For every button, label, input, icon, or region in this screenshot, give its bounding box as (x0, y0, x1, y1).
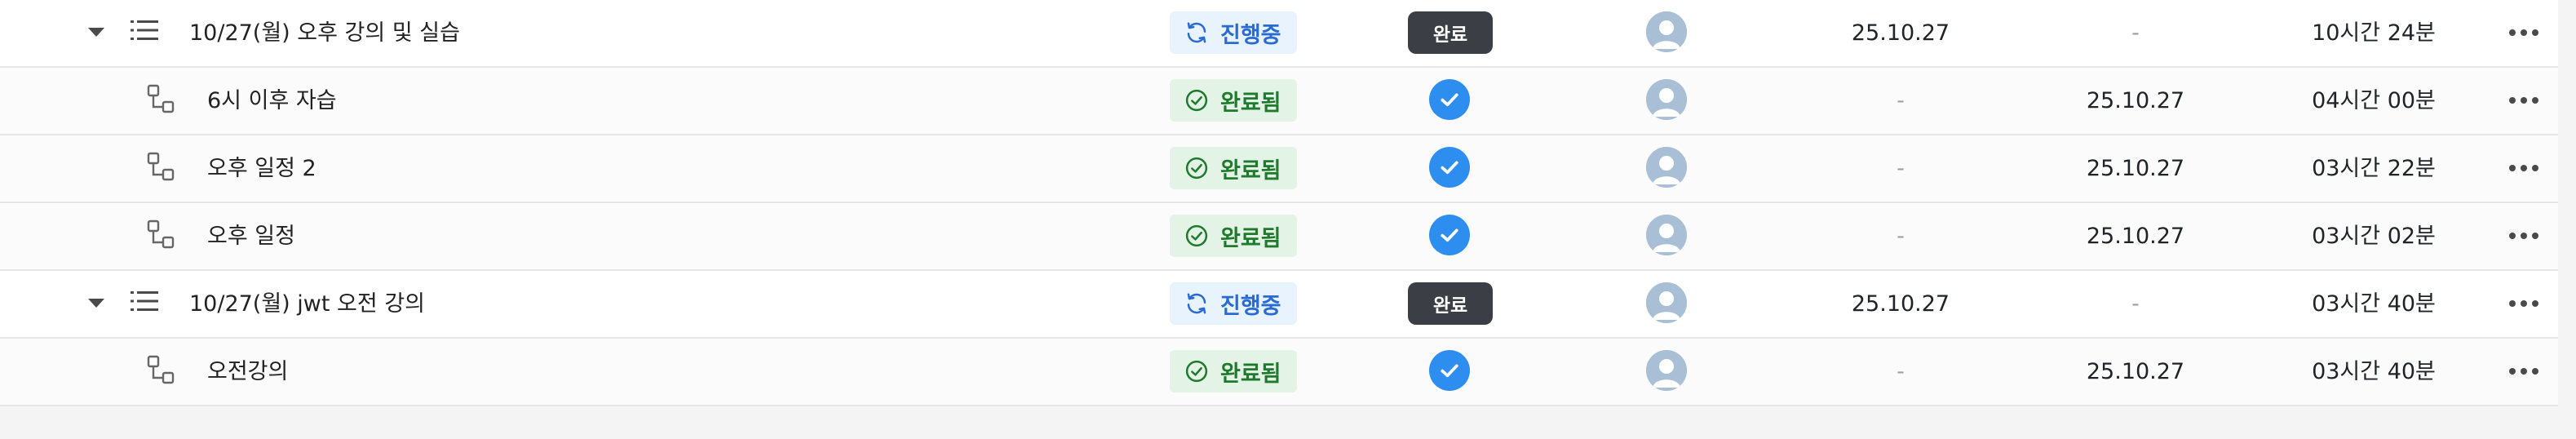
status-badge[interactable]: 진행중 (1170, 282, 1297, 325)
duration: 03시간 40분 (2312, 291, 2436, 317)
more-horizontal-icon[interactable] (2507, 360, 2540, 383)
task-title[interactable]: 10/27(월) jwt 오전 강의 (189, 271, 425, 337)
checkmark-icon (1437, 87, 1462, 112)
start-date: - (1897, 359, 1905, 384)
caret-down-icon[interactable] (88, 299, 104, 308)
end-date: - (2131, 291, 2140, 317)
check-circle-icon (1184, 224, 1220, 248)
list-icon (131, 18, 158, 42)
status-badge[interactable]: 완료됨 (1170, 79, 1297, 122)
task-title[interactable]: 오전강의 (207, 339, 288, 405)
more-horizontal-icon[interactable] (2507, 224, 2540, 247)
subtask-icon (147, 84, 175, 115)
task-title[interactable]: 오후 일정 2 (207, 135, 316, 202)
status-label: 완료됨 (1220, 361, 1281, 387)
table-row[interactable]: 6시 이후 자습 완료됨 - 25.10.27 04시간 00분 (0, 68, 2558, 135)
check-circle-icon (1184, 88, 1220, 113)
status-badge[interactable]: 완료됨 (1170, 147, 1297, 189)
user-avatar-icon[interactable] (1646, 79, 1687, 120)
refresh-icon (1184, 291, 1220, 316)
user-avatar-icon[interactable] (1646, 147, 1687, 188)
table-row[interactable]: 오후 일정 완료됨 - 25.10.27 03시간 02분 (0, 203, 2558, 271)
start-date: - (1897, 156, 1905, 181)
status-label: 완료됨 (1220, 157, 1281, 184)
more-horizontal-icon[interactable] (2507, 89, 2540, 112)
completed-checkbox[interactable] (1429, 350, 1470, 391)
task-title[interactable]: 오후 일정 (207, 203, 295, 269)
status-badge[interactable]: 완료됨 (1170, 215, 1297, 257)
list-icon (131, 289, 158, 313)
status-label: 완료됨 (1220, 225, 1281, 251)
task-title[interactable]: 10/27(월) 오후 강의 및 실습 (189, 0, 460, 66)
more-horizontal-icon[interactable] (2507, 292, 2540, 315)
end-date: 25.10.27 (2086, 224, 2185, 249)
start-date: 25.10.27 (1851, 291, 1950, 317)
table-row[interactable]: 오전강의 완료됨 - 25.10.27 03시간 40분 (0, 339, 2558, 406)
more-horizontal-icon[interactable] (2507, 157, 2540, 180)
start-date: 25.10.27 (1851, 20, 1950, 46)
start-date: - (1897, 224, 1905, 249)
end-date: - (2131, 20, 2140, 46)
end-date: 25.10.27 (2086, 359, 2185, 384)
subtask-icon (147, 152, 175, 183)
checkmark-icon (1437, 223, 1462, 247)
caret-down-icon[interactable] (88, 28, 104, 37)
user-avatar-icon[interactable] (1646, 215, 1687, 255)
table-row[interactable]: 오후 일정 2 완료됨 - 25.10.27 03시간 22분 (0, 135, 2558, 203)
user-avatar-icon[interactable] (1646, 350, 1687, 391)
checkmark-icon (1437, 358, 1462, 383)
user-avatar-icon[interactable] (1646, 282, 1687, 323)
end-date: 25.10.27 (2086, 156, 2185, 181)
user-avatar-icon[interactable] (1646, 11, 1687, 52)
more-horizontal-icon[interactable] (2507, 21, 2540, 44)
completed-checkbox[interactable] (1429, 147, 1470, 188)
completed-checkbox[interactable] (1429, 79, 1470, 120)
check-circle-icon (1184, 156, 1220, 180)
task-title[interactable]: 6시 이후 자습 (207, 68, 337, 134)
table-row[interactable]: 10/27(월) jwt 오전 강의 진행중 완료 25.10.27 - 03시간 40분 (0, 271, 2558, 339)
status-label: 진행중 (1220, 293, 1281, 319)
start-date: - (1897, 88, 1905, 113)
subtask-icon (147, 220, 175, 251)
duration: 03시간 02분 (2312, 224, 2436, 249)
table-row[interactable]: 10/27(월) 오후 강의 및 실습 진행중 완료 25.10.27 - 10시간 24… (0, 0, 2558, 68)
complete-button[interactable]: 완료 (1408, 11, 1493, 54)
status-badge[interactable]: 완료됨 (1170, 350, 1297, 392)
duration: 03시간 40분 (2312, 359, 2436, 384)
subtask-icon (147, 355, 175, 386)
status-badge[interactable]: 진행중 (1170, 11, 1297, 54)
duration: 04시간 00분 (2312, 88, 2436, 113)
duration: 03시간 22분 (2312, 156, 2436, 181)
refresh-icon (1184, 20, 1220, 45)
complete-button[interactable]: 완료 (1408, 282, 1493, 325)
status-label: 진행중 (1220, 22, 1281, 48)
checkmark-icon (1437, 155, 1462, 180)
completed-checkbox[interactable] (1429, 215, 1470, 255)
check-circle-icon (1184, 359, 1220, 384)
duration: 10시간 24분 (2312, 20, 2436, 46)
task-table: 10/27(월) 오후 강의 및 실습 진행중 완료 25.10.27-10시간 24… (0, 0, 2558, 406)
end-date: 25.10.27 (2086, 88, 2185, 113)
status-label: 완료됨 (1220, 90, 1281, 116)
